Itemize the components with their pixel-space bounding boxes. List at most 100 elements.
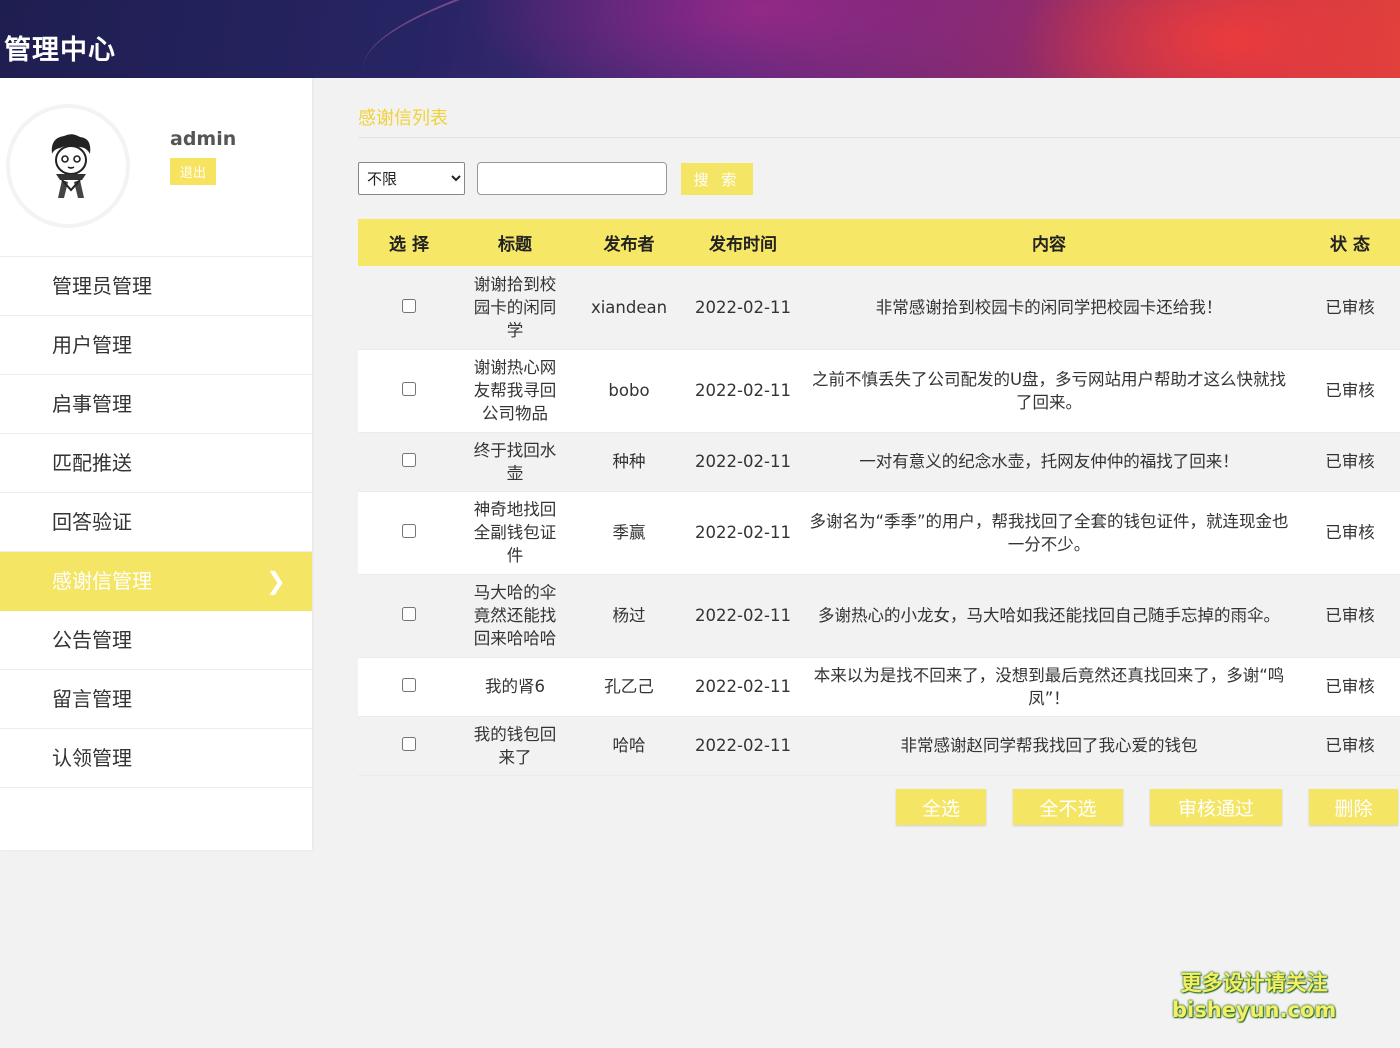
table-header-row: 选 择 标题 发布者 发布时间 内容 状 态 xyxy=(358,219,1400,266)
bulk-action-bar: 全选 全不选 审核通过 删除 xyxy=(358,789,1400,825)
sidebar-item-thank-letter-management[interactable]: 感谢信管理 ❯ xyxy=(0,552,312,611)
delete-button[interactable]: 删除 xyxy=(1309,789,1398,825)
sidebar-item-message-management[interactable]: 留言管理 xyxy=(0,670,312,729)
chevron-right-icon: ❯ xyxy=(265,567,286,595)
row-content: 一对有意义的纪念水壶，托网友仲仲的福找了回来！ xyxy=(798,432,1300,492)
sidebar-item-match-push[interactable]: 匹配推送 xyxy=(0,434,312,493)
row-status: 已审核 xyxy=(1300,266,1400,350)
row-select-cell xyxy=(358,716,460,776)
column-header-content: 内容 xyxy=(798,219,1300,266)
app-title: 管理中心 xyxy=(4,35,116,66)
select-all-button[interactable]: 全选 xyxy=(896,789,986,825)
row-title: 马大哈的伞竟然还能找回来哈哈哈 xyxy=(460,574,570,658)
row-content: 之前不慎丢失了公司配发的U盘，多亏网站用户帮助才这么快就找了回来。 xyxy=(798,349,1300,433)
sidebar-item-label: 感谢信管理 xyxy=(52,569,152,593)
row-title: 我的钱包回来了 xyxy=(460,716,570,776)
row-status: 已审核 xyxy=(1300,574,1400,658)
sidebar-item-label: 用户管理 xyxy=(52,333,132,357)
row-time: 2022-02-11 xyxy=(688,716,798,776)
table-row: 我的钱包回来了 哈哈 2022-02-11 非常感谢赵同学帮我找回了我心爱的钱包… xyxy=(358,716,1400,776)
row-select-cell xyxy=(358,657,460,717)
table-row: 终于找回水壶 种种 2022-02-11 一对有意义的纪念水壶，托网友仲仲的福找… xyxy=(358,432,1400,492)
row-checkbox[interactable] xyxy=(402,607,416,621)
sidebar-item-admin-management[interactable]: 管理员管理 xyxy=(0,257,312,316)
deselect-all-button[interactable]: 全不选 xyxy=(1013,789,1123,825)
column-header-status: 状 态 xyxy=(1300,219,1400,266)
sidebar-item-user-management[interactable]: 用户管理 xyxy=(0,316,312,375)
table-row: 神奇地找回全副钱包证件 季赢 2022-02-11 多谢名为“季季”的用户，帮我… xyxy=(358,491,1400,575)
row-title: 谢谢拾到校园卡的闲同学 xyxy=(460,266,570,350)
row-select-cell xyxy=(358,491,460,575)
watermark: 更多设计请关注 bisheyun.com xyxy=(1172,970,1336,1024)
row-time: 2022-02-11 xyxy=(688,574,798,658)
watermark-line: 更多设计请关注 xyxy=(1180,971,1328,995)
page-title: 感谢信列表 xyxy=(358,108,448,129)
row-status: 已审核 xyxy=(1300,491,1400,575)
row-status: 已审核 xyxy=(1300,349,1400,433)
row-time: 2022-02-11 xyxy=(688,266,798,350)
row-content: 多谢名为“季季”的用户，帮我找回了全套的钱包证件，就连现金也一分不少。 xyxy=(798,491,1300,575)
username: admin xyxy=(170,128,237,150)
row-checkbox[interactable] xyxy=(402,298,416,313)
table-row: 谢谢热心网友帮我寻回公司物品 bobo 2022-02-11 之前不慎丢失了公司… xyxy=(358,349,1400,433)
row-title: 神奇地找回全副钱包证件 xyxy=(460,491,570,575)
row-author: 季赢 xyxy=(570,491,688,575)
sidebar-item-label: 公告管理 xyxy=(52,628,132,652)
column-header-select: 选 择 xyxy=(358,219,460,266)
row-time: 2022-02-11 xyxy=(688,657,798,717)
search-input[interactable] xyxy=(477,162,667,195)
watermark-line: bisheyun.com xyxy=(1172,998,1337,1022)
logout-button[interactable]: 退出 xyxy=(170,158,216,185)
column-header-time: 发布时间 xyxy=(688,219,798,266)
row-select-cell xyxy=(358,574,460,658)
row-checkbox[interactable] xyxy=(402,382,416,396)
sidebar-item-announcement-management[interactable]: 公告管理 xyxy=(0,611,312,670)
approve-button[interactable]: 审核通过 xyxy=(1150,789,1282,825)
top-header: 管理中心 xyxy=(0,0,1400,78)
table-row: 我的肾6 孔乙己 2022-02-11 本来以为是找不回来了，没想到最后竟然还真… xyxy=(358,657,1400,717)
row-checkbox[interactable] xyxy=(402,737,416,751)
header-swoosh-decoration xyxy=(352,0,1068,78)
column-header-author: 发布者 xyxy=(570,219,688,266)
row-select-cell xyxy=(358,432,460,492)
row-status: 已审核 xyxy=(1300,657,1400,717)
row-author: 杨过 xyxy=(570,574,688,658)
row-content: 非常感谢拾到校园卡的闲同学把校园卡还给我！ xyxy=(798,266,1300,350)
sidebar-item-label: 管理员管理 xyxy=(52,274,152,298)
row-time: 2022-02-11 xyxy=(688,432,798,492)
sidebar-item-claim-management[interactable]: 认领管理 xyxy=(0,729,312,788)
table-row: 马大哈的伞竟然还能找回来哈哈哈 杨过 2022-02-11 多谢热心的小龙女，马… xyxy=(358,574,1400,658)
search-button[interactable]: 搜 索 xyxy=(681,163,753,195)
thank-letter-table: 选 择 标题 发布者 发布时间 内容 状 态 谢谢拾到校园卡的闲同学 xiand… xyxy=(358,219,1400,776)
row-select-cell xyxy=(358,349,460,433)
sidebar-item-notice-management[interactable]: 启事管理 xyxy=(0,375,312,434)
row-title: 谢谢热心网友帮我寻回公司物品 xyxy=(460,349,570,433)
row-title: 我的肾6 xyxy=(460,657,570,717)
title-divider xyxy=(358,137,1400,138)
sidebar-item-answer-verification[interactable]: 回答验证 xyxy=(0,493,312,552)
row-checkbox[interactable] xyxy=(402,453,416,467)
avatar xyxy=(6,104,130,228)
sidebar-item-label: 认领管理 xyxy=(52,746,132,770)
profile-panel: admin 退出 xyxy=(0,78,312,256)
row-checkbox[interactable] xyxy=(402,678,416,692)
filter-select[interactable]: 不限 xyxy=(358,162,465,195)
sidebar-item-label: 启事管理 xyxy=(52,392,132,416)
row-checkbox[interactable] xyxy=(402,524,416,538)
row-content: 非常感谢赵同学帮我找回了我心爱的钱包 xyxy=(798,716,1300,776)
sidebar-item-label: 匹配推送 xyxy=(52,451,132,475)
row-author: 孔乙己 xyxy=(570,657,688,717)
sidebar-item-label: 留言管理 xyxy=(52,687,132,711)
row-author: bobo xyxy=(570,349,688,433)
row-author: xiandean xyxy=(570,266,688,350)
row-content: 多谢热心的小龙女，马大哈如我还能找回自己随手忘掉的雨伞。 xyxy=(798,574,1300,658)
column-header-title: 标题 xyxy=(460,219,570,266)
cartoon-avatar-icon xyxy=(51,134,91,198)
row-author: 种种 xyxy=(570,432,688,492)
row-title: 终于找回水壶 xyxy=(460,432,570,492)
row-status: 已审核 xyxy=(1300,716,1400,776)
row-content: 本来以为是找不回来了，没想到最后竟然还真找回来了，多谢“鸣凤”！ xyxy=(798,657,1300,717)
sidebar-nav: 管理员管理 用户管理 启事管理 匹配推送 回答验证 感谢信管理 ❯ 公告管理 留言… xyxy=(0,256,312,788)
row-time: 2022-02-11 xyxy=(688,491,798,575)
sidebar: admin 退出 管理员管理 用户管理 启事管理 匹配推送 回答验证 感谢信管理… xyxy=(0,78,312,850)
